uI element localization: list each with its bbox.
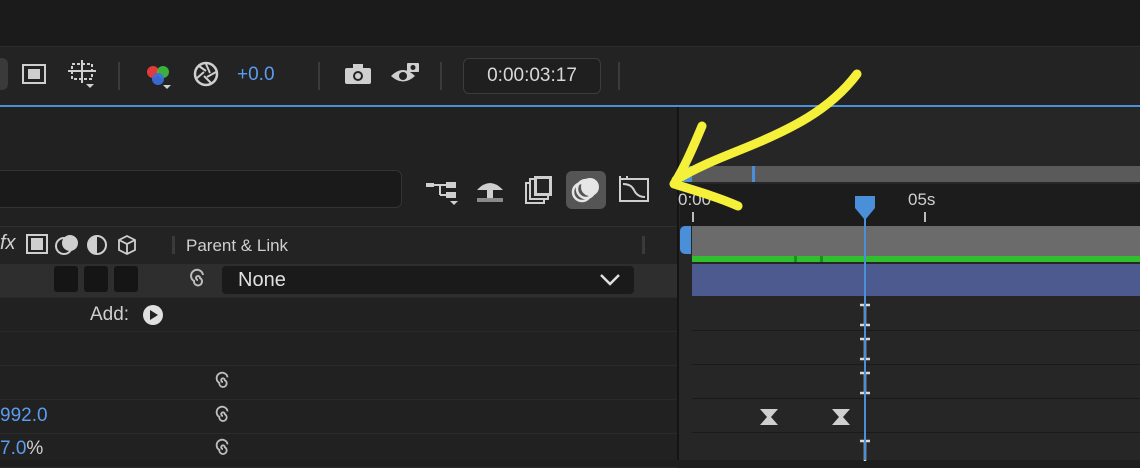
column-divider[interactable] xyxy=(172,236,175,254)
property-value[interactable]: 7.0% xyxy=(0,438,43,460)
motion-blur-column-icon[interactable] xyxy=(54,232,82,261)
add-label: Add: xyxy=(90,304,130,325)
layer-switch[interactable] xyxy=(84,266,108,292)
keyframe[interactable] xyxy=(758,407,780,432)
current-time-indicator-line[interactable] xyxy=(864,208,866,460)
timeline-row-divider xyxy=(692,398,1140,399)
layer-label-bar xyxy=(692,256,1140,262)
toolbar-divider xyxy=(440,62,442,90)
property-unit: % xyxy=(26,438,44,459)
toolbar-divider xyxy=(618,62,620,90)
chevron-down-icon xyxy=(598,272,622,293)
channel-icon[interactable] xyxy=(142,58,174,90)
layer-bar-selected[interactable] xyxy=(692,264,1140,296)
pick-whip-icon[interactable] xyxy=(212,405,234,432)
partial-button[interactable] xyxy=(0,58,8,90)
frame-blend-column-icon[interactable] xyxy=(26,234,48,259)
pick-whip-icon[interactable] xyxy=(186,268,210,297)
top-strip xyxy=(0,0,1140,46)
toolbar-divider xyxy=(318,62,320,90)
layer-switch[interactable] xyxy=(54,266,78,292)
parent-dropdown-value: None xyxy=(238,269,286,291)
adjustment-layer-column-icon[interactable] xyxy=(86,234,108,261)
draft-3d-icon[interactable] xyxy=(472,172,508,208)
layer-in-point-handle[interactable] xyxy=(680,226,691,254)
pick-whip-icon[interactable] xyxy=(212,438,234,465)
timeline-row-divider xyxy=(692,364,1140,365)
property-value[interactable]: 992.0 xyxy=(0,405,48,427)
fx-column-label[interactable]: fx xyxy=(0,232,16,255)
exposure-value[interactable]: +0.0 xyxy=(237,64,275,86)
toolbar-divider xyxy=(118,62,120,90)
motion-blur-icon[interactable] xyxy=(566,171,606,209)
exposure-reset-icon[interactable] xyxy=(190,58,222,90)
current-time-display[interactable]: 0:00:03:17 xyxy=(463,58,601,94)
region-of-interest-icon[interactable] xyxy=(64,58,100,90)
annotation-arrow-icon xyxy=(640,60,880,230)
layer-search-input[interactable] xyxy=(0,170,402,208)
composition-flowchart-icon[interactable] xyxy=(424,172,460,208)
timeline-row-divider xyxy=(692,432,1140,433)
layer-switch[interactable] xyxy=(114,266,138,292)
property-row[interactable] xyxy=(0,433,677,468)
show-snapshot-icon[interactable] xyxy=(388,58,422,90)
property-row[interactable] xyxy=(0,399,677,434)
pick-whip-icon[interactable] xyxy=(212,371,234,398)
frame-blending-icon[interactable] xyxy=(520,172,556,208)
property-row[interactable] xyxy=(0,365,677,400)
transparency-grid-icon[interactable] xyxy=(18,58,50,90)
3d-layer-column-icon[interactable] xyxy=(116,234,138,261)
ruler-05s-label: 05s xyxy=(908,190,936,209)
ruler-tick xyxy=(924,212,926,222)
timeline-row-divider xyxy=(692,330,1140,331)
label-bar-mark xyxy=(820,256,823,262)
add-menu-button-icon[interactable] xyxy=(142,304,164,331)
keyframe[interactable] xyxy=(830,407,852,432)
layer-duration-bar[interactable] xyxy=(692,226,1140,256)
property-row[interactable] xyxy=(0,331,677,366)
snapshot-icon[interactable] xyxy=(342,58,374,90)
label-bar-mark xyxy=(794,256,797,262)
property-value-number[interactable]: 7.0 xyxy=(0,438,26,459)
column-divider[interactable] xyxy=(642,236,645,254)
parent-link-column-label[interactable]: Parent & Link xyxy=(186,236,288,256)
